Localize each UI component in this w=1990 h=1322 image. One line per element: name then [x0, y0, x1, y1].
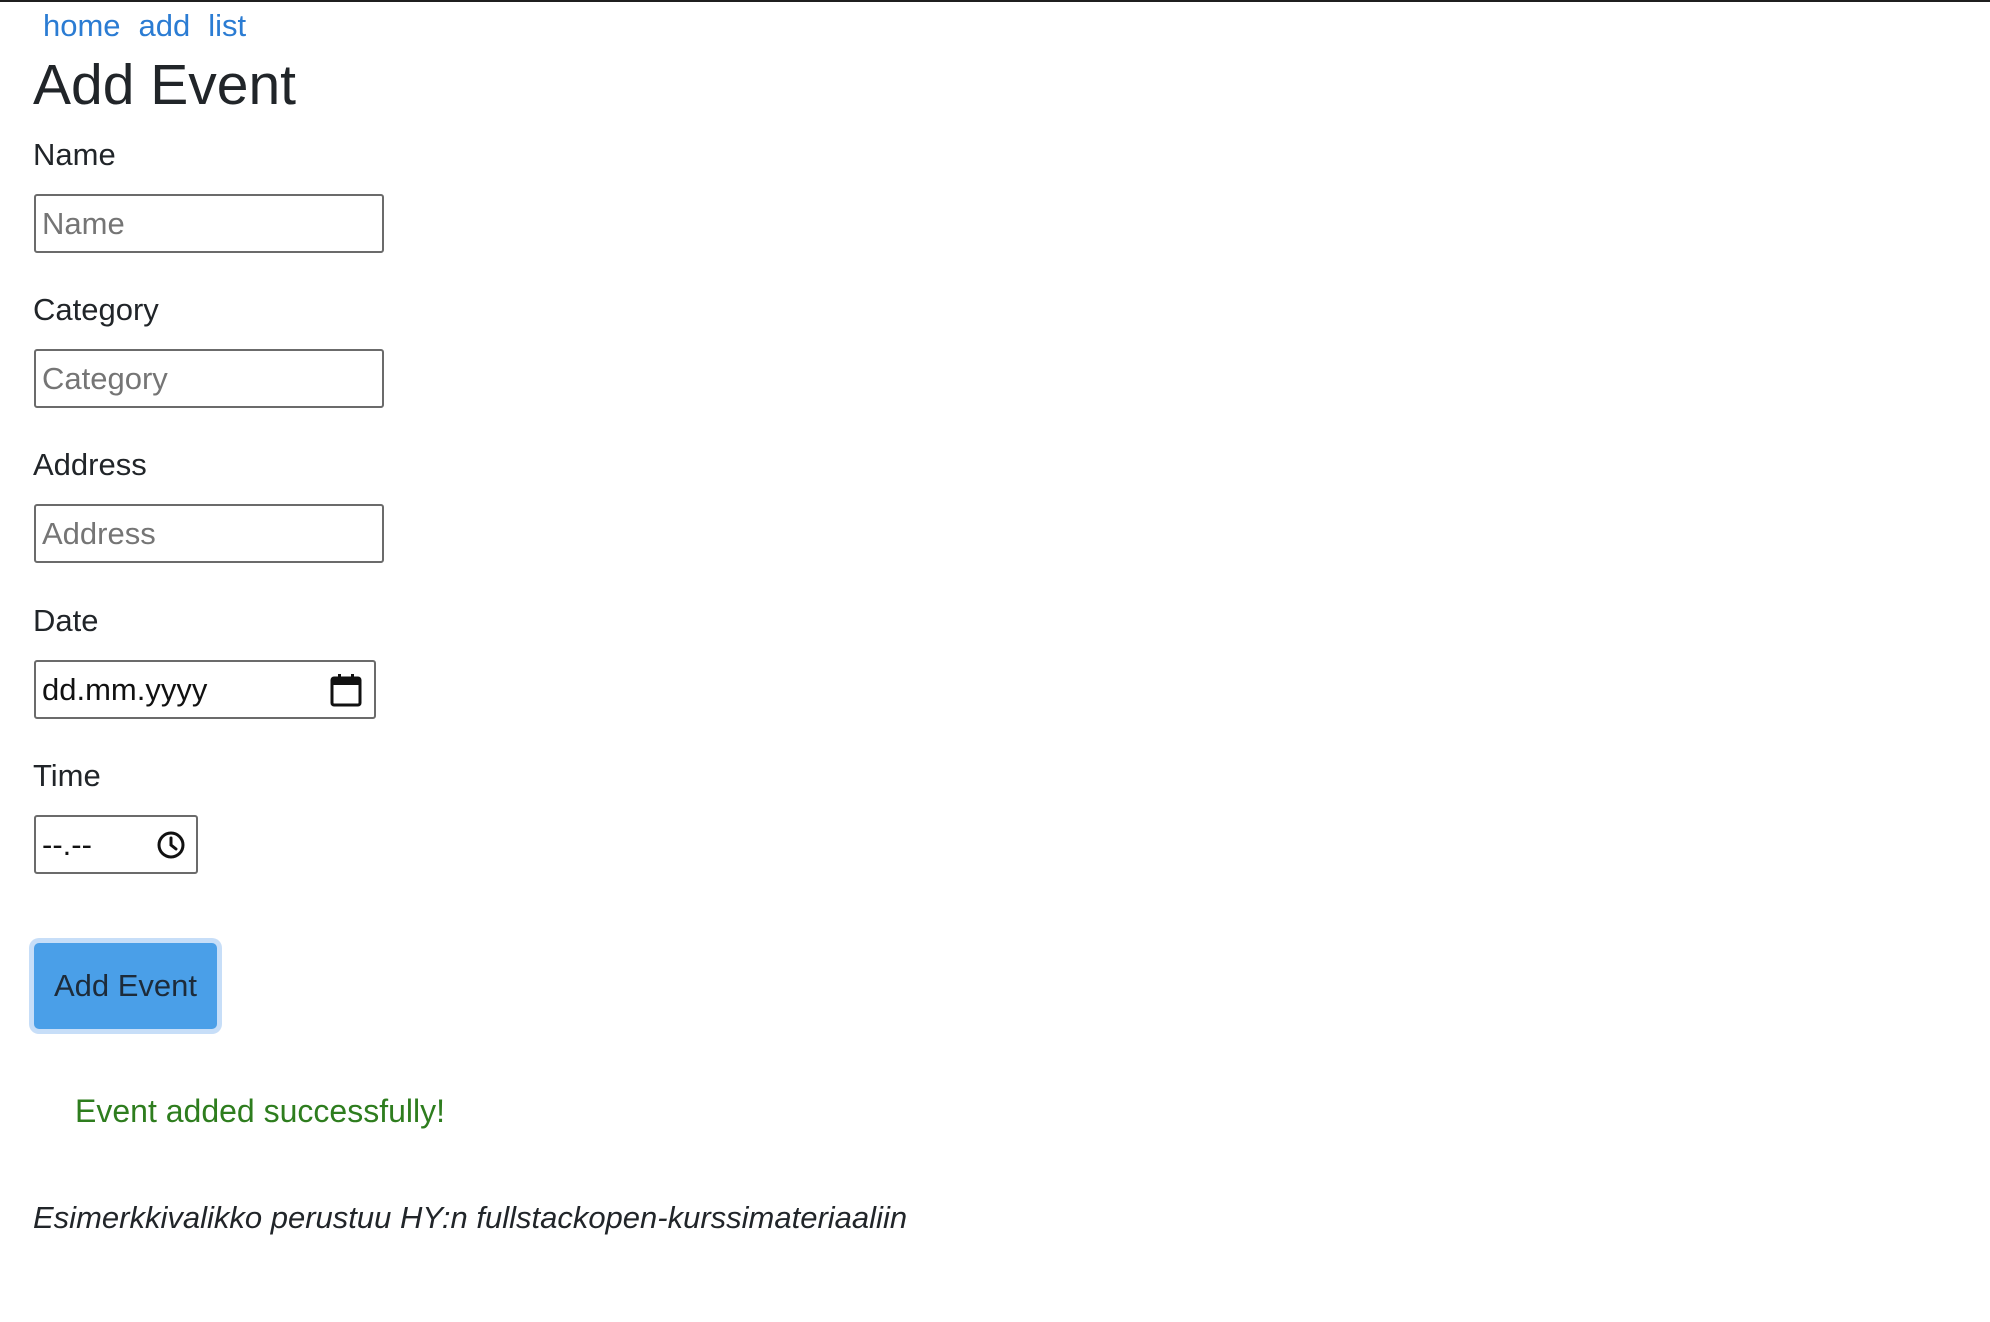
time-input-value: --.--	[42, 826, 92, 862]
category-input[interactable]	[34, 349, 384, 408]
name-input[interactable]	[34, 194, 384, 253]
time-input[interactable]: --.--	[34, 815, 198, 874]
nav-link-add[interactable]: add	[139, 8, 191, 43]
top-nav: home add list	[43, 6, 264, 46]
nav-link-home[interactable]: home	[43, 8, 121, 43]
calendar-icon[interactable]	[330, 673, 362, 707]
success-notification: Event added successfully!	[75, 1093, 445, 1129]
category-label: Category	[33, 292, 159, 327]
date-input[interactable]: dd.mm.yyyy	[34, 660, 376, 719]
name-label: Name	[33, 137, 116, 172]
clock-icon[interactable]	[156, 830, 186, 860]
page-title: Add Event	[33, 53, 297, 117]
time-label: Time	[33, 758, 101, 793]
nav-link-list[interactable]: list	[208, 8, 246, 43]
address-label: Address	[33, 447, 147, 482]
add-event-button[interactable]: Add Event	[34, 943, 217, 1029]
address-input[interactable]	[34, 504, 384, 563]
date-input-value: dd.mm.yyyy	[42, 671, 208, 707]
top-border	[0, 0, 1990, 2]
date-label: Date	[33, 603, 99, 638]
footer-text: Esimerkkivalikko perustuu HY:n fullstack…	[33, 1200, 908, 1235]
